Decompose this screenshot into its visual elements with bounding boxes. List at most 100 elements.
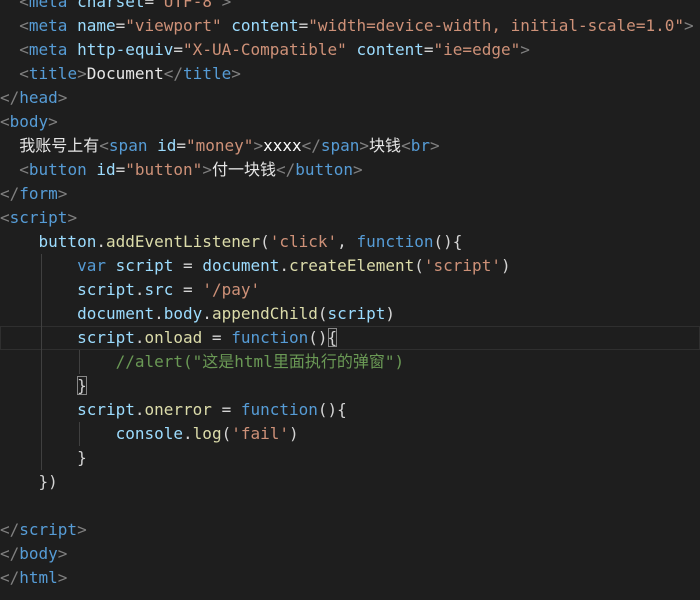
code-token: document bbox=[77, 304, 155, 323]
code-line[interactable]: console.log('fail') bbox=[0, 422, 700, 446]
code-token: ( bbox=[260, 232, 270, 251]
code-token: 'fail' bbox=[231, 424, 290, 443]
code-line[interactable]: 我账号上有<span id="money">xxxx</span>块钱<br> bbox=[0, 134, 700, 158]
code-token: > bbox=[57, 184, 68, 203]
code-token: </ bbox=[275, 160, 296, 179]
code-token: < bbox=[401, 136, 411, 155]
indent-guide bbox=[40, 302, 42, 326]
indentation bbox=[0, 352, 116, 371]
code-token: > bbox=[57, 544, 68, 563]
indentation bbox=[0, 16, 19, 35]
code-token: //alert("这是html里面执行的弹窗") bbox=[115, 352, 405, 371]
code-line[interactable]: //alert("这是html里面执行的弹窗") bbox=[0, 350, 700, 374]
code-line[interactable]: } bbox=[0, 374, 700, 398]
code-token: > bbox=[57, 568, 68, 587]
code-line[interactable]: </script> bbox=[0, 518, 700, 542]
code-token: = bbox=[173, 280, 203, 299]
code-line[interactable]: <title>Document</title> bbox=[0, 62, 700, 86]
indentation bbox=[0, 160, 19, 179]
code-token: id bbox=[157, 136, 177, 155]
code-token: > bbox=[429, 136, 440, 155]
code-line[interactable]: document.body.appendChild(script) bbox=[0, 302, 700, 326]
indentation bbox=[0, 304, 77, 323]
code-token: appendChild bbox=[211, 304, 318, 323]
code-line[interactable]: var script = document.createElement('scr… bbox=[0, 254, 700, 278]
code-token: > bbox=[359, 136, 370, 155]
code-lines[interactable]: <meta charset="UTF-8"> <meta name="viewp… bbox=[0, 0, 700, 590]
code-token: script bbox=[9, 208, 68, 227]
code-token: content bbox=[231, 16, 299, 35]
code-token: > bbox=[202, 160, 212, 179]
code-line[interactable]: } bbox=[0, 446, 700, 470]
code-token: "ie=edge" bbox=[433, 40, 521, 59]
code-token: = bbox=[298, 16, 309, 35]
code-token: meta bbox=[28, 0, 68, 11]
code-line[interactable]: </head> bbox=[0, 86, 700, 110]
code-token: = bbox=[173, 40, 184, 59]
code-line[interactable]: </form> bbox=[0, 182, 700, 206]
code-token: "UTF-8" bbox=[154, 0, 222, 11]
code-token: body bbox=[9, 112, 49, 131]
code-token: ) bbox=[500, 256, 511, 275]
code-token: 'script' bbox=[423, 256, 501, 275]
code-token: . bbox=[279, 256, 290, 275]
code-line[interactable]: button.addEventListener('click', functio… bbox=[0, 230, 700, 254]
code-token: . bbox=[134, 328, 145, 347]
code-line[interactable]: <meta charset="UTF-8"> bbox=[0, 0, 700, 14]
indentation bbox=[0, 280, 77, 299]
code-token: head bbox=[19, 88, 58, 107]
code-token: , bbox=[337, 232, 357, 251]
code-token: document bbox=[202, 256, 280, 275]
code-token: < bbox=[19, 16, 29, 35]
code-token: </ bbox=[301, 136, 321, 155]
code-line[interactable]: <script> bbox=[0, 206, 700, 230]
code-line[interactable]: <meta name="viewport" content="width=dev… bbox=[0, 14, 700, 38]
code-line[interactable]: </body> bbox=[0, 542, 700, 566]
code-line[interactable]: script.onerror = function(){ bbox=[0, 398, 700, 422]
code-token: } bbox=[77, 448, 87, 467]
code-line[interactable]: <body> bbox=[0, 110, 700, 134]
code-token: function bbox=[356, 232, 434, 251]
code-token: > bbox=[57, 88, 68, 107]
indentation bbox=[0, 232, 39, 251]
code-token: . bbox=[134, 280, 145, 299]
code-token: console bbox=[115, 424, 184, 443]
code-token: . bbox=[202, 304, 212, 323]
code-line[interactable]: script.src = '/pay' bbox=[0, 278, 700, 302]
code-token: = bbox=[423, 40, 434, 59]
code-token: = bbox=[176, 136, 186, 155]
code-token: onload bbox=[144, 328, 203, 347]
code-token: script bbox=[77, 328, 135, 347]
code-token: ( bbox=[414, 256, 424, 275]
code-token: </ bbox=[163, 64, 184, 83]
code-token: > bbox=[253, 136, 264, 155]
code-token: title bbox=[28, 64, 78, 83]
code-line[interactable]: <button id="button">付一块钱</button> bbox=[0, 158, 700, 182]
code-token: "width=device-width, initial-scale=1.0" bbox=[308, 16, 684, 35]
code-token: 块钱 bbox=[369, 136, 402, 155]
code-token: ) bbox=[385, 304, 395, 323]
code-token: function bbox=[240, 400, 318, 419]
code-line[interactable]: script.onload = function(){ bbox=[0, 326, 700, 350]
code-editor[interactable]: <meta charset="UTF-8"> <meta name="viewp… bbox=[0, 0, 700, 600]
code-token: > bbox=[48, 112, 58, 131]
code-token: < bbox=[19, 40, 29, 59]
code-token: ) bbox=[289, 424, 299, 443]
code-token: </ bbox=[0, 88, 20, 107]
indentation bbox=[0, 448, 77, 467]
code-token: </ bbox=[0, 520, 20, 539]
code-token: button bbox=[28, 160, 87, 179]
code-token: "viewport" bbox=[125, 16, 222, 35]
indent-guide bbox=[40, 446, 42, 470]
code-token: body bbox=[19, 544, 58, 563]
code-token: log bbox=[192, 424, 222, 443]
code-token: . bbox=[183, 424, 193, 443]
code-token: content bbox=[356, 40, 424, 59]
code-line[interactable]: }) bbox=[0, 470, 700, 494]
code-line[interactable]: <meta http-equiv="X-UA-Compatible" conte… bbox=[0, 38, 700, 62]
code-line[interactable]: </html> bbox=[0, 566, 700, 590]
code-line[interactable] bbox=[0, 494, 700, 518]
